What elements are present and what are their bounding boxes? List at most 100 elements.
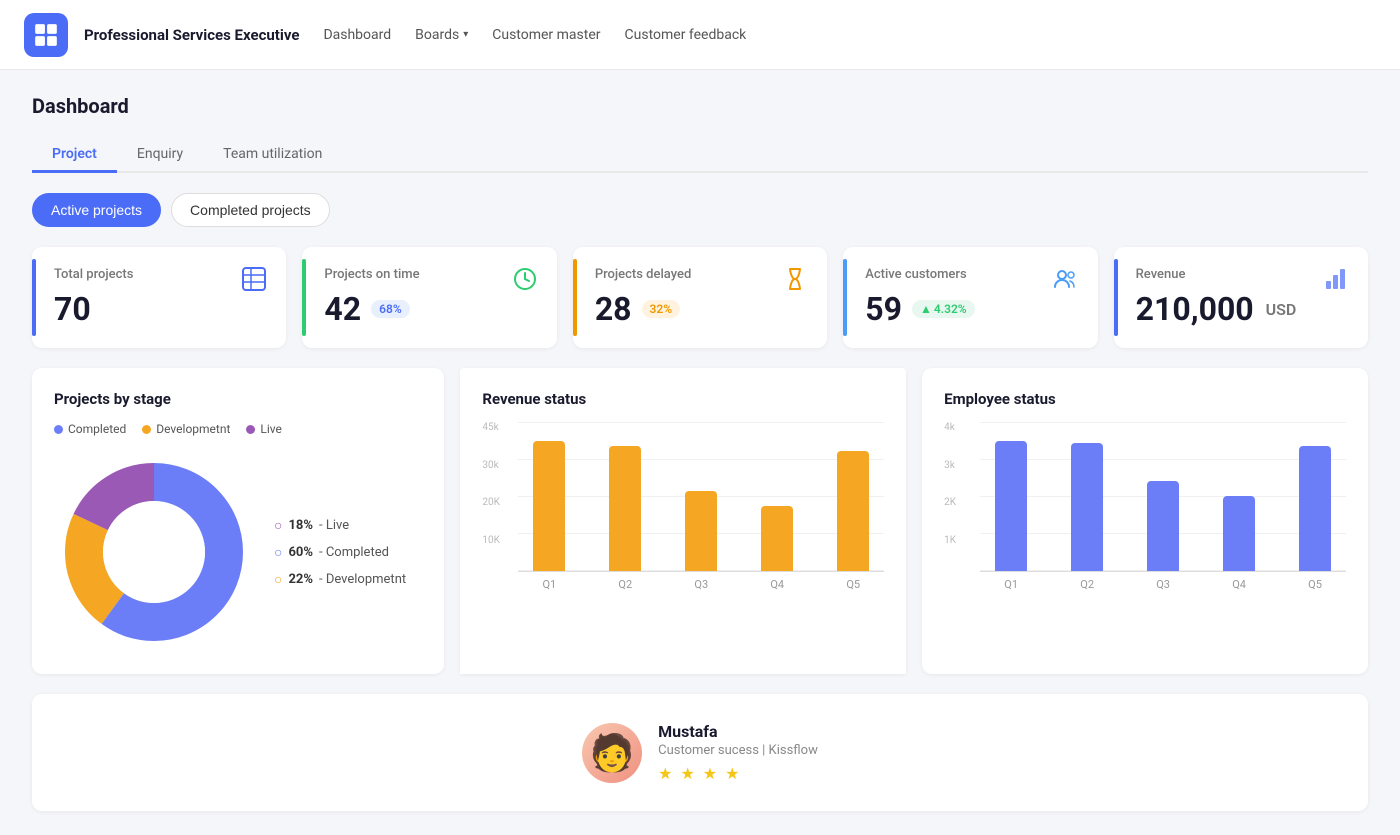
employee-bars <box>980 422 1346 572</box>
kpi-projects-delayed: Projects delayed 28 32% <box>573 247 827 348</box>
chart-title: Projects by stage <box>54 390 422 408</box>
legend-development: Developmetnt <box>142 422 230 436</box>
kpi-badge: ▲ 4.32% <box>912 300 975 318</box>
chart-icon <box>1322 265 1350 297</box>
testimonial-info: Mustafa Customer sucess | Kissflow ★ ★ ★… <box>658 722 818 783</box>
x-label: Q4 <box>746 578 808 591</box>
revenue-chart-wrapper: 45k 30k 20K 10K <box>482 422 884 591</box>
app-logo <box>24 13 68 57</box>
kpi-revenue: Revenue 210,000 USD <box>1114 247 1368 348</box>
legend-dot <box>142 425 151 434</box>
x-label: Q5 <box>1284 578 1346 591</box>
donut-container: ○ 18% - Live ○ 60% - Completed ○ 22% - D… <box>54 452 422 652</box>
kpi-label: Revenue <box>1136 267 1346 282</box>
label-live: ○ 18% - Live <box>274 517 406 534</box>
bar <box>1147 481 1179 571</box>
revenue-status-card: Revenue status 45k 30k 20K 10K <box>460 368 906 674</box>
header: Professional Services Executive Dashboar… <box>0 0 1400 70</box>
main-nav: Dashboard Boards ▾ Customer master Custo… <box>323 23 746 47</box>
y-axis-labels: 4k 3k 2K 1K <box>944 422 956 572</box>
x-label: Q3 <box>1132 578 1194 591</box>
revenue-bars <box>518 422 884 572</box>
y-label: 4k <box>944 422 956 433</box>
boards-dropdown-arrow: ▾ <box>463 29 468 40</box>
tab-bar: Project Enquiry Team utilization <box>32 138 1368 173</box>
filter-buttons: Active projects Completed projects <box>32 193 1368 227</box>
label-development: ○ 22% - Developmetnt <box>274 571 406 588</box>
legend-completed: Completed <box>54 422 126 436</box>
bar <box>1223 496 1255 571</box>
nav-boards[interactable]: Boards ▾ <box>415 23 468 47</box>
chart-title: Employee status <box>944 390 1346 408</box>
x-label: Q1 <box>980 578 1042 591</box>
tab-enquiry[interactable]: Enquiry <box>117 138 203 173</box>
star-rating: ★ ★ ★ ★ <box>658 764 818 783</box>
bar-q4 <box>1208 496 1270 571</box>
chart-title: Revenue status <box>482 390 884 408</box>
bar <box>609 446 641 571</box>
nav-dashboard[interactable]: Dashboard <box>323 23 391 47</box>
kpi-value: 59 ▲ 4.32% <box>865 290 1075 328</box>
kpi-value: 42 68% <box>324 290 534 328</box>
kpi-border <box>573 259 577 336</box>
kpi-label: Projects delayed <box>595 267 805 282</box>
avatar: 🧑 <box>582 723 642 783</box>
donut-chart <box>54 452 254 652</box>
kpi-badge: 32% <box>642 300 681 318</box>
kpi-border <box>843 259 847 336</box>
testimonial-inner: 🧑 Mustafa Customer sucess | Kissflow ★ ★… <box>582 722 818 783</box>
clock-icon <box>511 265 539 297</box>
donut-labels: ○ 18% - Live ○ 60% - Completed ○ 22% - D… <box>274 517 406 588</box>
bar-q3 <box>670 491 732 571</box>
tab-team-utilization[interactable]: Team utilization <box>203 138 342 173</box>
testimonial-role: Customer sucess | Kissflow <box>658 743 818 758</box>
legend-live: Live <box>246 422 281 436</box>
kpi-border <box>302 259 306 336</box>
bar-q1 <box>518 441 580 571</box>
charts-row: Projects by stage Completed Developmetnt… <box>32 368 1368 674</box>
hourglass-icon <box>781 265 809 297</box>
kpi-label: Total projects <box>54 267 264 282</box>
tab-project[interactable]: Project <box>32 138 117 173</box>
testimonial-name: Mustafa <box>658 722 818 741</box>
filter-completed-projects[interactable]: Completed projects <box>171 193 330 227</box>
testimonial-card: 🧑 Mustafa Customer sucess | Kissflow ★ ★… <box>32 694 1368 811</box>
main-content: Dashboard Project Enquiry Team utilizati… <box>0 70 1400 835</box>
y-label: 10K <box>482 535 500 546</box>
y-label: 1K <box>944 535 956 546</box>
x-label: Q1 <box>518 578 580 591</box>
bar-q5 <box>1284 446 1346 571</box>
kpi-projects-on-time: Projects on time 42 68% <box>302 247 556 348</box>
nav-customer-master[interactable]: Customer master <box>492 23 600 47</box>
y-label: 30k <box>482 460 500 471</box>
y-label: 2K <box>944 497 956 508</box>
y-axis-labels: 45k 30k 20K 10K <box>482 422 500 572</box>
logo-icon <box>33 22 59 48</box>
employee-status-card: Employee status 4k 3k 2K 1K <box>922 368 1368 674</box>
kpi-value: 28 32% <box>595 290 805 328</box>
y-label: 45k <box>482 422 500 433</box>
kpi-label: Projects on time <box>324 267 534 282</box>
filter-active-projects[interactable]: Active projects <box>32 193 161 227</box>
legend-dot <box>54 425 63 434</box>
projects-by-stage-card: Projects by stage Completed Developmetnt… <box>32 368 444 674</box>
nav-customer-feedback[interactable]: Customer feedback <box>625 23 747 47</box>
bar-q4 <box>746 506 808 571</box>
x-label: Q2 <box>594 578 656 591</box>
kpi-border <box>1114 259 1118 336</box>
kpi-label: Active customers <box>865 267 1075 282</box>
x-axis-labels: Q1 Q2 Q3 Q4 Q5 <box>980 572 1346 591</box>
bar <box>995 441 1027 571</box>
x-label: Q3 <box>670 578 732 591</box>
legend: Completed Developmetnt Live <box>54 422 422 436</box>
table-icon <box>240 265 268 297</box>
bar-q2 <box>1056 443 1118 571</box>
bar-q3 <box>1132 481 1194 571</box>
x-axis-labels: Q1 Q2 Q3 Q4 Q5 <box>518 572 884 591</box>
bar-q2 <box>594 446 656 571</box>
x-label: Q2 <box>1056 578 1118 591</box>
y-label: 20K <box>482 497 500 508</box>
users-icon <box>1052 265 1080 297</box>
bar <box>1071 443 1103 571</box>
bar-q5 <box>822 451 884 571</box>
